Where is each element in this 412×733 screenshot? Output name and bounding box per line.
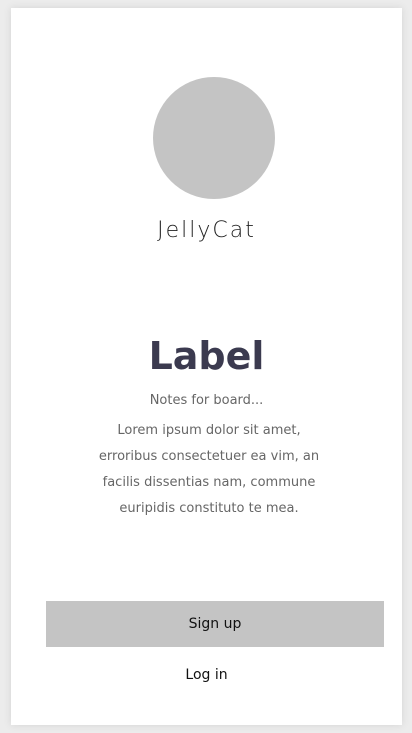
app-name: JellyCat [157, 218, 256, 243]
avatar [153, 77, 275, 199]
onboarding-card: JellyCat Label Notes for board... Lorem … [11, 8, 402, 725]
screen: JellyCat Label Notes for board... Lorem … [0, 0, 412, 733]
log-in-link[interactable]: Log in [11, 667, 402, 683]
sign-up-button[interactable]: Sign up [46, 601, 384, 647]
label-title: Label [148, 334, 265, 378]
notes-text: Notes for board... [149, 393, 264, 408]
description-text: Lorem ipsum dolor sit amet, erroribus co… [98, 423, 320, 516]
